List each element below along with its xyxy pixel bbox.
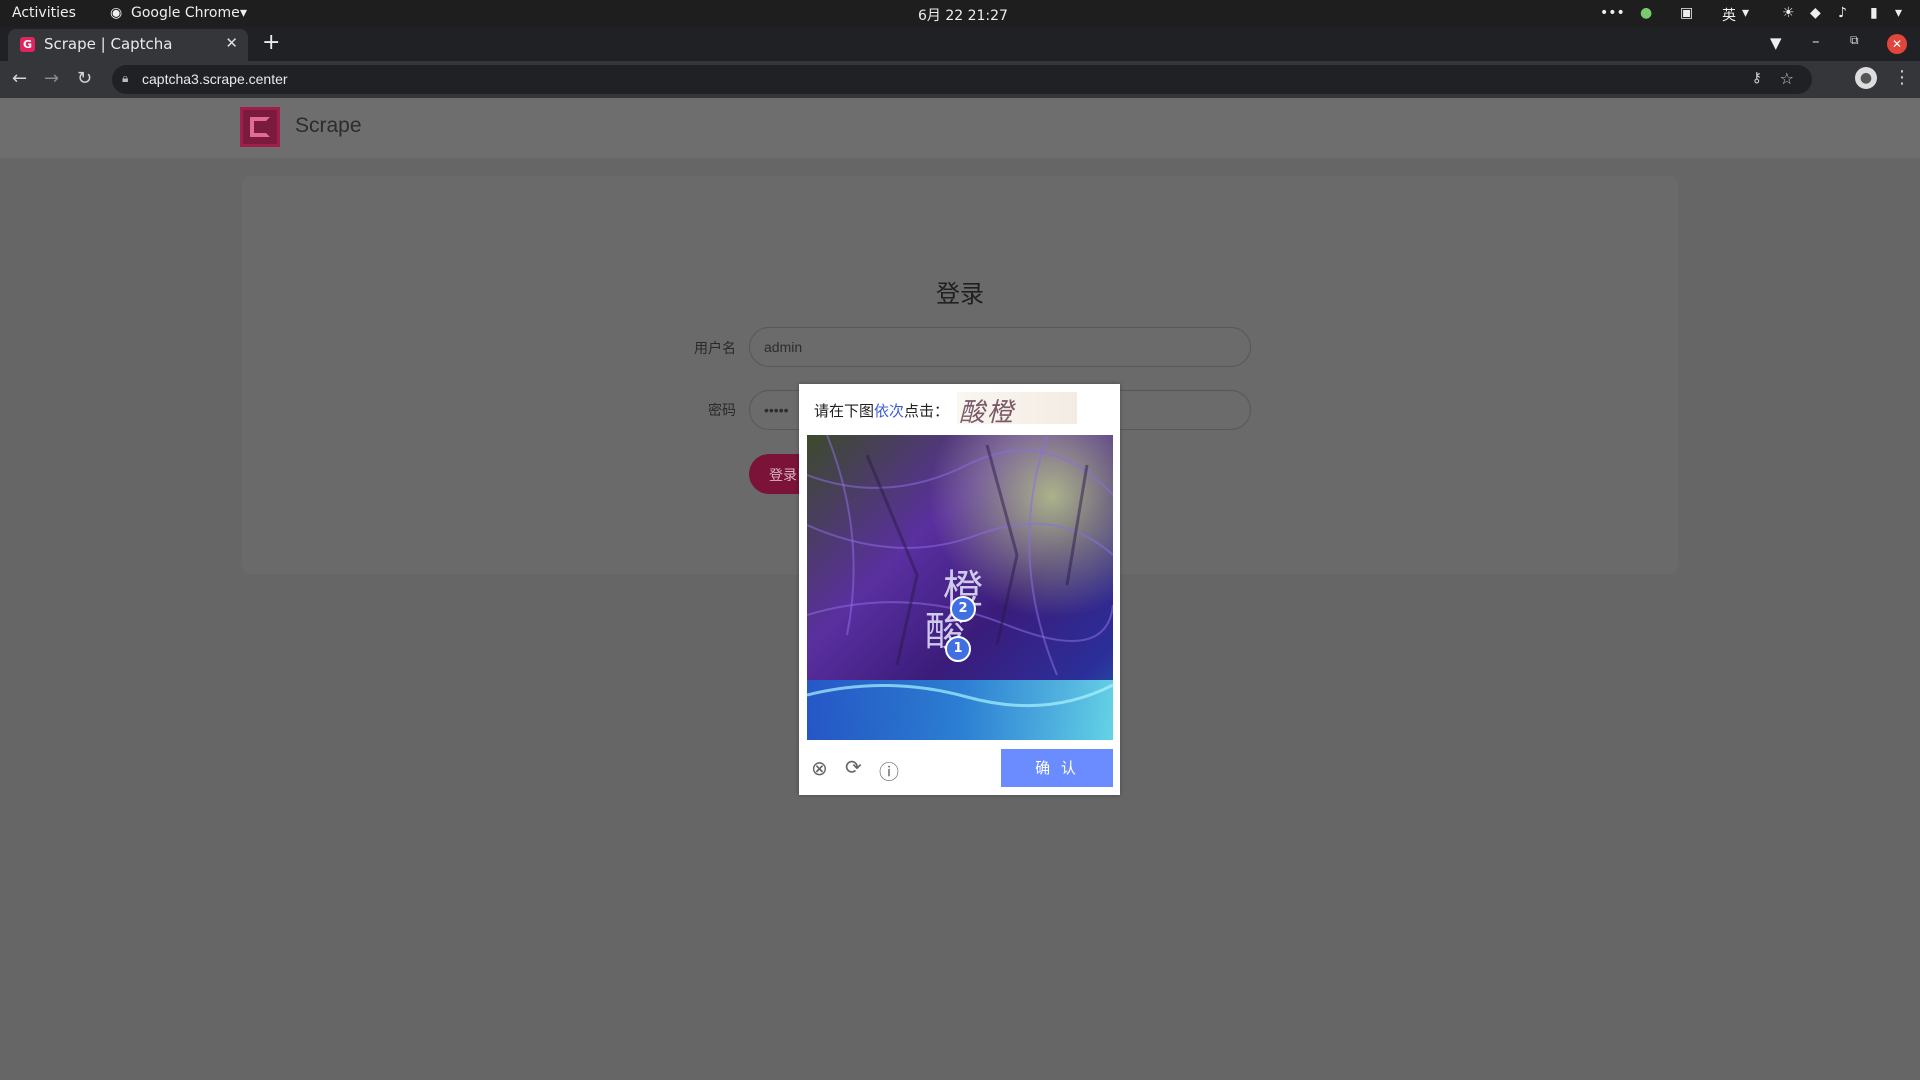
kebab-menu-icon[interactable]: ⋮ bbox=[1893, 67, 1911, 88]
chevron-down-icon: ▾ bbox=[1742, 5, 1750, 21]
tab-title: Scrape | Captcha bbox=[44, 35, 173, 53]
tray-app-icon[interactable]: ● bbox=[1640, 5, 1652, 21]
chevron-down-icon: ▾ bbox=[240, 5, 248, 21]
logo-icon[interactable] bbox=[240, 107, 280, 147]
brand-name[interactable]: Scrape bbox=[295, 114, 362, 138]
password-label: 密码 bbox=[708, 403, 736, 419]
tab-search-icon[interactable]: ▼ bbox=[1770, 34, 1782, 52]
system-top-bar: Activities ◉ Google Chrome ▾ 6月 22 21:27… bbox=[0, 0, 1920, 27]
prompt-highlight: 依次 bbox=[874, 402, 905, 420]
close-circle-icon[interactable]: ⊗ bbox=[811, 756, 828, 780]
confirm-button[interactable]: 确 认 bbox=[1001, 749, 1113, 787]
refresh-icon[interactable]: ⟳ bbox=[845, 755, 862, 779]
more-icon[interactable]: ••• bbox=[1600, 5, 1625, 21]
tray-window-icon[interactable]: ▣ bbox=[1680, 5, 1693, 21]
close-window-button[interactable]: ✕ bbox=[1887, 34, 1907, 54]
app-menu[interactable]: Google Chrome bbox=[131, 5, 240, 21]
captcha-dialog: 请在下图依次点击： 酸橙 橙 酸 2 1 ⊗ ⟳ ⓘ 确 认 bbox=[799, 384, 1120, 795]
forward-icon[interactable]: → bbox=[44, 68, 59, 89]
brightness-icon[interactable]: ☀ bbox=[1782, 5, 1795, 21]
bookmark-star-icon[interactable]: ☆ bbox=[1780, 69, 1794, 88]
browser-tab[interactable]: G Scrape | Captcha ✕ bbox=[8, 29, 248, 61]
chrome-icon: ◉ bbox=[110, 5, 123, 21]
battery-icon[interactable]: ▮ bbox=[1870, 5, 1878, 21]
input-method-indicator[interactable]: 英 bbox=[1722, 5, 1736, 25]
clock[interactable]: 6月 22 21:27 bbox=[918, 5, 1008, 25]
tab-strip bbox=[0, 27, 1920, 61]
address-bar[interactable]: 🔒︎ captcha3.scrape.center ⚷ ☆ bbox=[112, 65, 1812, 94]
login-title: 登录 bbox=[936, 280, 984, 308]
new-tab-button[interactable]: + bbox=[262, 30, 280, 55]
maximize-button[interactable]: ⧉ bbox=[1850, 33, 1859, 48]
captcha-target-chars: 酸橙 bbox=[957, 392, 1077, 428]
volume-icon[interactable]: ♪ bbox=[1838, 5, 1847, 21]
key-icon[interactable]: ⚷ bbox=[1752, 70, 1762, 86]
close-tab-icon[interactable]: ✕ bbox=[225, 34, 238, 52]
click-marker-2[interactable]: 2 bbox=[950, 596, 976, 622]
site-header bbox=[0, 98, 1920, 158]
click-marker-1[interactable]: 1 bbox=[945, 636, 971, 662]
prompt-prefix: 请在下图 bbox=[814, 402, 875, 420]
username-input[interactable]: admin bbox=[749, 327, 1251, 367]
wifi-icon[interactable]: ◆ bbox=[1810, 5, 1821, 21]
lock-icon[interactable]: 🔒︎ bbox=[122, 71, 128, 86]
reload-icon[interactable]: ↻ bbox=[77, 68, 92, 89]
username-label: 用户名 bbox=[694, 341, 736, 357]
profile-avatar-icon[interactable]: ● bbox=[1855, 67, 1877, 89]
system-menu-chevron-icon[interactable]: ▾ bbox=[1895, 5, 1902, 21]
info-icon[interactable]: ⓘ bbox=[879, 756, 899, 785]
browser-toolbar: ← → ↻ 🔒︎ captcha3.scrape.center ⚷ ☆ ● ⋮ bbox=[0, 61, 1920, 98]
captcha-image[interactable]: 橙 酸 2 1 bbox=[807, 435, 1113, 740]
captcha-prompt: 请在下图依次点击： bbox=[814, 400, 949, 421]
prompt-suffix: 点击： bbox=[904, 402, 950, 420]
favicon-icon: G bbox=[20, 37, 35, 52]
minimize-button[interactable]: – bbox=[1812, 32, 1820, 50]
back-icon[interactable]: ← bbox=[12, 68, 27, 89]
activities-button[interactable]: Activities bbox=[12, 5, 76, 21]
url-text[interactable]: captcha3.scrape.center bbox=[142, 71, 288, 87]
